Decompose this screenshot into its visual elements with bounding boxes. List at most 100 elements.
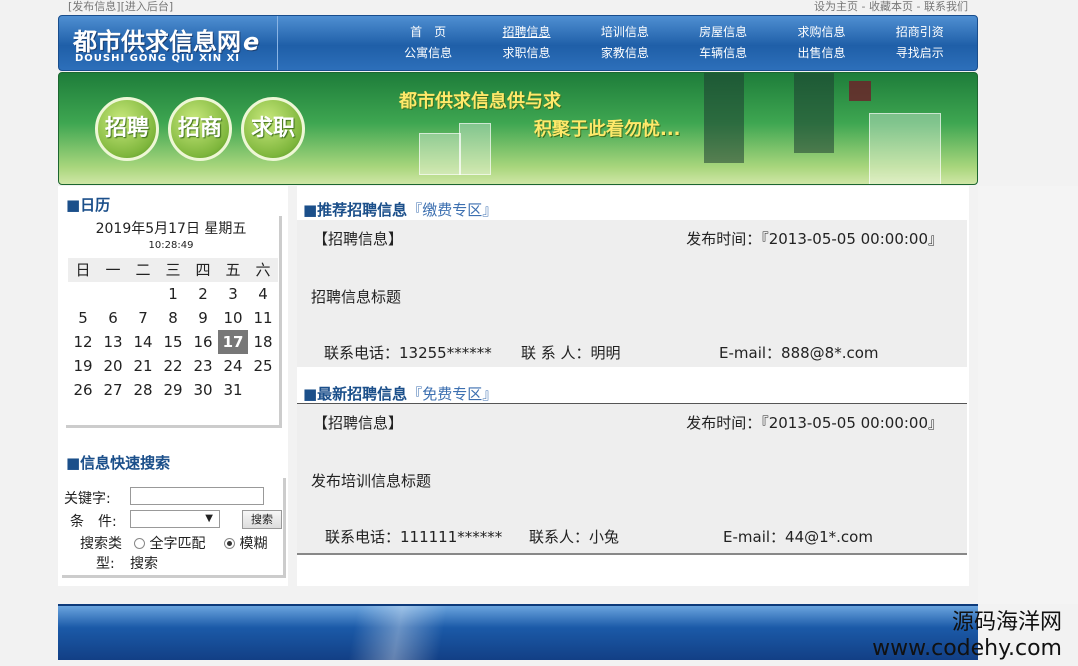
calendar-day (248, 378, 278, 402)
keyword-input[interactable] (130, 487, 264, 505)
watermark-line-1: 源码海洋网 (951, 610, 1062, 635)
calendar-day[interactable]: 6 (98, 306, 128, 330)
calendar-day[interactable]: 31 (218, 378, 248, 402)
search-type-label-line1: 搜索类 (80, 536, 122, 552)
weekday-label: 四 (195, 261, 211, 279)
calendar-day[interactable]: 25 (248, 354, 278, 378)
weekday-label: 五 (225, 261, 241, 279)
top-links-bar: [发布信息][进入后台] 设为主页 - 收藏本页 - 联系我们 (58, 0, 978, 14)
calendar-day[interactable]: 2 (188, 282, 218, 306)
recruit-circle-button[interactable]: 招聘 (95, 97, 159, 161)
calendar-day[interactable]: 11 (248, 306, 278, 330)
nav-investment[interactable]: 招商引资 (871, 22, 969, 43)
calendar-day[interactable]: 1 (158, 282, 188, 306)
nav-sale[interactable]: 出售信息 (772, 43, 870, 64)
calendar-day[interactable]: 16 (188, 330, 218, 354)
weekday-label: 日 (75, 261, 91, 279)
radio-fuzzy-option[interactable]: 模糊 (224, 534, 267, 554)
calendar-day[interactable]: 5 (68, 306, 98, 330)
nav-training[interactable]: 培训信息 (576, 22, 674, 43)
radio-fuzzy-label: 模糊 (239, 536, 268, 552)
footer-decoration (328, 606, 468, 660)
radio-exact[interactable] (134, 538, 145, 549)
top-left-links: [发布信息][进入后台] (68, 0, 173, 14)
calendar-day-today[interactable]: 17 (218, 330, 248, 354)
nav-housing[interactable]: 房屋信息 (674, 22, 772, 43)
calendar-day[interactable]: 22 (158, 354, 188, 378)
calendar-day[interactable]: 27 (98, 378, 128, 402)
calendar-day[interactable]: 21 (128, 354, 158, 378)
calendar-grid: 日 一 二 三 四 五 六 1234 5 6 7 8 9 10 11 12 13 14 15 16 1… (68, 258, 278, 402)
radio-exact-label: 全字匹配 (149, 536, 206, 552)
section-subtitle[interactable]: 『缴费专区』 (407, 201, 497, 219)
contact-link[interactable]: 联系我们 (924, 0, 968, 13)
nav-purchase[interactable]: 求购信息 (772, 22, 870, 43)
section-title-text: ■推荐招聘信息 (303, 201, 408, 219)
calendar-day[interactable]: 15 (158, 330, 188, 354)
calendar-day[interactable]: 30 (188, 378, 218, 402)
nav-tutor[interactable]: 家教信息 (576, 43, 674, 64)
admin-link[interactable]: [进入后台] (121, 0, 174, 13)
weekday-label: 三 (165, 261, 181, 279)
search-button[interactable]: 搜索 (242, 510, 282, 529)
calendar-day[interactable]: 12 (68, 330, 98, 354)
briefcase-illustration (849, 81, 871, 101)
person-legs-illustration (704, 73, 744, 163)
radio-fuzzy-label-cont: 搜索 (130, 556, 158, 572)
banner-slogan-2: 积聚于此看勿忧... (534, 119, 681, 140)
calendar-day[interactable]: 19 (68, 354, 98, 378)
calendar-day[interactable]: 13 (98, 330, 128, 354)
nav-apartment[interactable]: 公寓信息 (379, 43, 477, 64)
banner-slogan-1: 都市供求信息供与求 (399, 91, 561, 112)
nav-row-1: 首 页 招聘信息 培训信息 房屋信息 求购信息 招商引资 (379, 22, 969, 43)
nav-vehicle[interactable]: 车辆信息 (674, 43, 772, 64)
publish-info-link[interactable]: [发布信息] (68, 0, 121, 13)
calendar-week-row: 19 20 21 22 23 24 25 (68, 354, 278, 378)
search-type-label-line2: 型: (96, 556, 115, 572)
section-title-text: ■最新招聘信息 (303, 385, 408, 403)
calendar-day (128, 282, 158, 306)
calendar-day[interactable]: 24 (218, 354, 248, 378)
set-home-link[interactable]: 设为主页 (814, 0, 858, 13)
nav-notice[interactable]: 寻找启示 (871, 43, 969, 64)
nav-home[interactable]: 首 页 (379, 22, 477, 43)
building-illustration (869, 113, 941, 184)
right-margin (978, 186, 1078, 604)
listing-title[interactable]: 发布培训信息标题 (311, 470, 431, 491)
calendar-day[interactable]: 9 (188, 306, 218, 330)
site-logo[interactable]: 都市供求信息网e DOUSHI GONG QIU XIN XI (73, 20, 278, 66)
calendar-day[interactable]: 10 (218, 306, 248, 330)
listing-card[interactable]: 【招聘信息】 发布时间：『2013-05-05 00:00:00』 发布培训信息… (297, 403, 967, 555)
listing-title[interactable]: 招聘信息标题 (311, 286, 401, 307)
calendar-week-row: 1234 (68, 282, 278, 306)
calendar-day[interactable]: 26 (68, 378, 98, 402)
person-legs-illustration (794, 73, 834, 153)
calendar-day[interactable]: 18 (248, 330, 278, 354)
calendar-day[interactable]: 8 (158, 306, 188, 330)
calendar-day (98, 282, 128, 306)
calendar-weekday-row: 日 一 二 三 四 五 六 (68, 258, 278, 282)
investment-circle-button[interactable]: 招商 (168, 97, 232, 161)
calendar-day[interactable]: 29 (158, 378, 188, 402)
main-content: ■推荐招聘信息『缴费专区』 【招聘信息】 发布时间：『2013-05-05 00… (297, 186, 969, 586)
nav-jobseek[interactable]: 求职信息 (477, 43, 575, 64)
condition-select[interactable]: ▼ (130, 510, 220, 528)
calendar-day[interactable]: 4 (248, 282, 278, 306)
calendar-day[interactable]: 7 (128, 306, 158, 330)
calendar-day[interactable]: 23 (188, 354, 218, 378)
bookmark-link[interactable]: 收藏本页 (869, 0, 913, 13)
section-subtitle[interactable]: 『免费专区』 (407, 385, 497, 403)
calendar-day[interactable]: 3 (218, 282, 248, 306)
radio-fuzzy[interactable] (224, 538, 235, 549)
separator: - (861, 0, 866, 13)
calendar-day[interactable]: 14 (128, 330, 158, 354)
listing-card[interactable]: 【招聘信息】 发布时间：『2013-05-05 00:00:00』 招聘信息标题… (297, 220, 967, 367)
calendar-day[interactable]: 20 (98, 354, 128, 378)
nav-recruit[interactable]: 招聘信息 (477, 22, 575, 43)
separator: - (916, 0, 921, 13)
radio-exact-option[interactable]: 全字匹配 (134, 534, 205, 554)
calendar-widget: 2019年5月17日 星期五 10:28:49 日 一 二 三 四 五 六 12… (66, 216, 282, 428)
calendar-day[interactable]: 28 (128, 378, 158, 402)
chevron-down-icon: ▼ (205, 513, 213, 524)
jobseek-circle-button[interactable]: 求职 (241, 97, 305, 161)
